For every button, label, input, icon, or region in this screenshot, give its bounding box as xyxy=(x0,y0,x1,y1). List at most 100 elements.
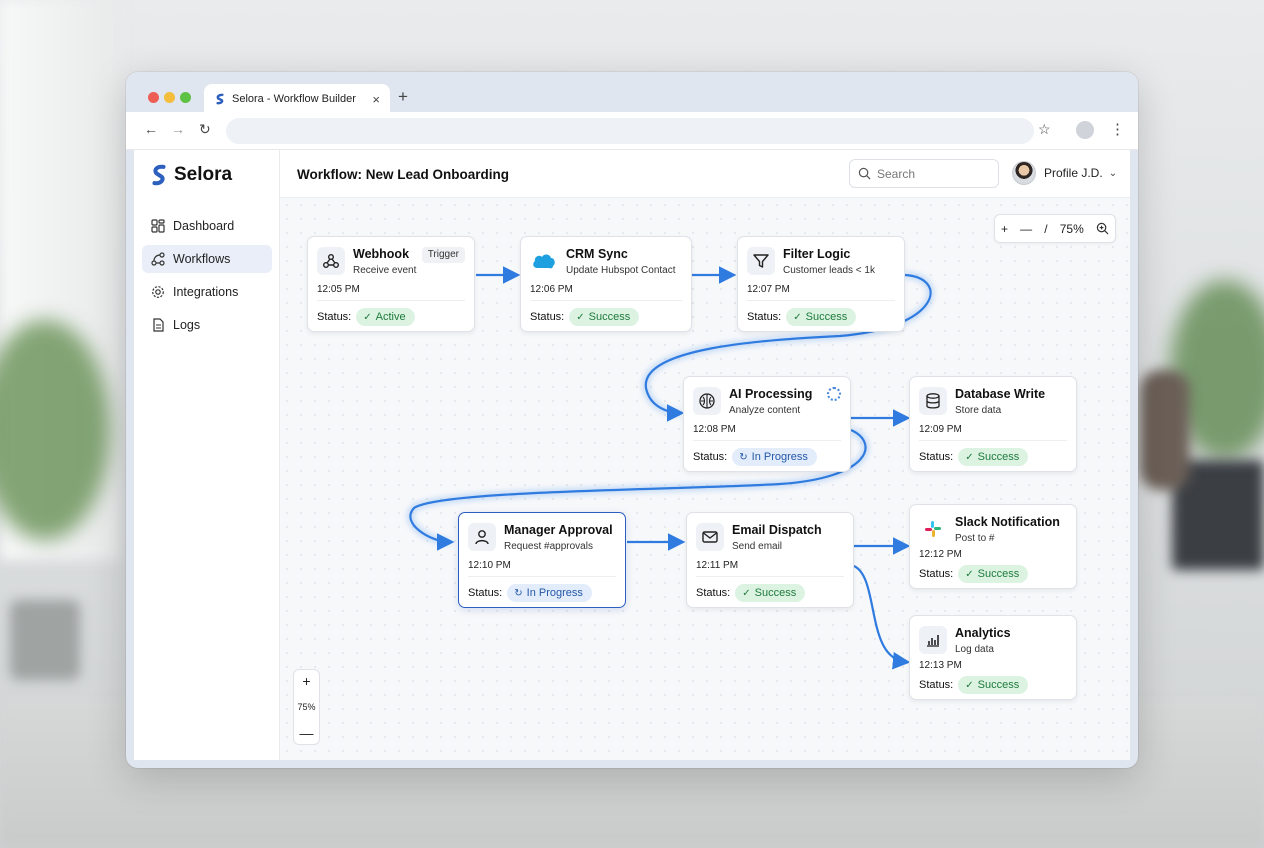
bookmark-star-icon[interactable]: ☆ xyxy=(1038,121,1051,138)
node-status-row: Status: ↻ In Progress xyxy=(693,448,817,466)
zoom-out-button[interactable]: — xyxy=(1020,222,1032,236)
sidebar-item-dashboard[interactable]: Dashboard xyxy=(142,212,272,240)
tab-title: Selora - Workflow Builder xyxy=(232,93,356,105)
mail-icon xyxy=(696,523,724,551)
node-title: AI Processing xyxy=(729,387,813,401)
status-label: Status: xyxy=(919,568,954,580)
close-window-dot[interactable] xyxy=(148,92,159,103)
search-input[interactable] xyxy=(877,166,987,181)
node-time: 12:09 PM xyxy=(919,424,962,435)
gear-icon xyxy=(152,286,164,298)
background-plant xyxy=(0,320,110,540)
node-status-row: Status: ✓ Success xyxy=(696,584,806,602)
browser-menu-icon[interactable]: ⋮ xyxy=(1110,120,1125,138)
check-icon: ✓ xyxy=(965,451,974,463)
sidebar-item-integrations[interactable]: Integrations xyxy=(142,278,272,306)
mini-zoom-out-button[interactable]: — xyxy=(300,725,314,741)
status-badge: ✓ Success xyxy=(958,448,1029,466)
sidebar-item-workflows[interactable]: Workflows xyxy=(142,245,272,273)
node-status-row: Status: ✓ Success xyxy=(919,565,1029,583)
profile-menu[interactable]: Profile J.D. ⌄ xyxy=(1012,161,1117,185)
webhook-icon xyxy=(317,247,345,275)
forward-icon[interactable]: → xyxy=(171,121,185,137)
check-icon: ✓ xyxy=(965,679,974,691)
node-analytics[interactable]: Analytics Log data 12:13 PM Status: ✓ Suc… xyxy=(909,615,1077,700)
background-window xyxy=(0,0,120,560)
workflow-canvas[interactable]: + — / 75% Webhook Trigger Receive event … xyxy=(280,198,1130,760)
reload-icon[interactable]: ↻ xyxy=(199,121,211,138)
browser-tab[interactable]: Selora - Workflow Builder × xyxy=(204,84,390,114)
node-webhook[interactable]: Webhook Trigger Receive event 12:05 PM S… xyxy=(307,236,475,332)
funnel-icon xyxy=(747,247,775,275)
status-text: Success xyxy=(754,587,797,599)
node-time: 12:12 PM xyxy=(919,549,962,560)
node-email-dispatch[interactable]: Email Dispatch Send email 12:11 PM Statu… xyxy=(686,512,854,608)
user-icon xyxy=(468,523,496,551)
node-manager-approval[interactable]: Manager Approval Request #approvals 12:1… xyxy=(458,512,626,608)
node-crm-sync[interactable]: CRM Sync Update Hubspot Contact 12:06 PM… xyxy=(520,236,692,332)
node-subtitle: Request #approvals xyxy=(504,541,593,552)
sidebar-item-logs[interactable]: Logs xyxy=(142,311,272,339)
sidebar-item-label: Integrations xyxy=(173,285,239,299)
selora-logo-icon xyxy=(216,93,224,105)
node-divider xyxy=(317,300,465,301)
browser-profile-icon[interactable] xyxy=(1076,121,1094,139)
background-monitor xyxy=(1172,460,1264,570)
sidebar-item-label: Workflows xyxy=(173,252,231,266)
node-divider xyxy=(530,300,682,301)
zoom-level: 75% xyxy=(1059,221,1084,236)
node-title: Database Write xyxy=(955,387,1046,401)
node-divider xyxy=(696,576,844,577)
search-box[interactable] xyxy=(849,159,999,188)
back-icon[interactable]: ← xyxy=(144,121,158,137)
node-status-row: Status: ✓ Success xyxy=(919,676,1029,694)
minimize-window-dot[interactable] xyxy=(164,92,175,103)
node-subtitle: Analyze content xyxy=(729,405,801,416)
database-icon xyxy=(919,387,947,415)
node-time: 12:13 PM xyxy=(919,660,962,671)
node-divider xyxy=(747,300,895,301)
node-subtitle: Receive event xyxy=(353,265,417,276)
browser-window: Selora - Workflow Builder × + ← → ↻ ☆ ⋮ … xyxy=(126,72,1138,768)
status-badge: ✓ Success xyxy=(958,565,1029,583)
brain-icon xyxy=(693,387,721,415)
node-time: 12:05 PM xyxy=(317,284,360,295)
node-subtitle: Log data xyxy=(955,644,994,655)
node-ai-processing[interactable]: AI Processing Analyze content 12:08 PM S… xyxy=(683,376,851,472)
status-label: Status: xyxy=(317,311,352,323)
node-title: Filter Logic xyxy=(783,247,851,261)
node-time: 12:07 PM xyxy=(747,284,790,295)
zoom-search-icon[interactable] xyxy=(1096,222,1109,235)
node-status-row: Status: ✓ Success xyxy=(919,448,1029,466)
mini-zoom-controls: + 75% — xyxy=(293,669,320,745)
sidebar-item-label: Dashboard xyxy=(173,219,235,233)
workflow-icon xyxy=(151,252,165,266)
url-input[interactable] xyxy=(226,118,1034,144)
status-text: In Progress xyxy=(751,451,808,463)
status-text: Active xyxy=(375,311,406,323)
check-icon: ✓ xyxy=(965,568,974,580)
node-subtitle: Post to # xyxy=(955,533,995,544)
node-time: 12:10 PM xyxy=(468,560,511,571)
node-time: 12:08 PM xyxy=(693,424,736,435)
node-database-write[interactable]: Database Write Store data 12:09 PM Statu… xyxy=(909,376,1077,472)
slack-icon xyxy=(919,515,947,543)
status-badge: ↻ In Progress xyxy=(732,448,817,466)
search-icon xyxy=(858,167,871,180)
zoom-in-button[interactable]: + xyxy=(1001,222,1008,236)
new-tab-button[interactable]: + xyxy=(398,87,408,107)
check-icon: ✓ xyxy=(576,311,585,323)
status-label: Status: xyxy=(747,311,782,323)
mini-zoom-in-button[interactable]: + xyxy=(302,673,310,689)
close-tab-icon[interactable]: × xyxy=(372,92,380,107)
maximize-window-dot[interactable] xyxy=(180,92,191,103)
node-time: 12:06 PM xyxy=(530,284,573,295)
brand[interactable]: Selora xyxy=(150,164,232,186)
refresh-icon: ↻ xyxy=(739,451,748,463)
node-slack-notification[interactable]: Slack Notification Post to # 12:12 PM St… xyxy=(909,504,1077,589)
chevron-down-icon: ⌄ xyxy=(1108,167,1118,179)
bar-chart-icon xyxy=(919,626,947,654)
node-filter-logic[interactable]: Filter Logic Customer leads < 1k 12:07 P… xyxy=(737,236,905,332)
document-icon xyxy=(153,318,164,332)
status-label: Status: xyxy=(530,311,565,323)
